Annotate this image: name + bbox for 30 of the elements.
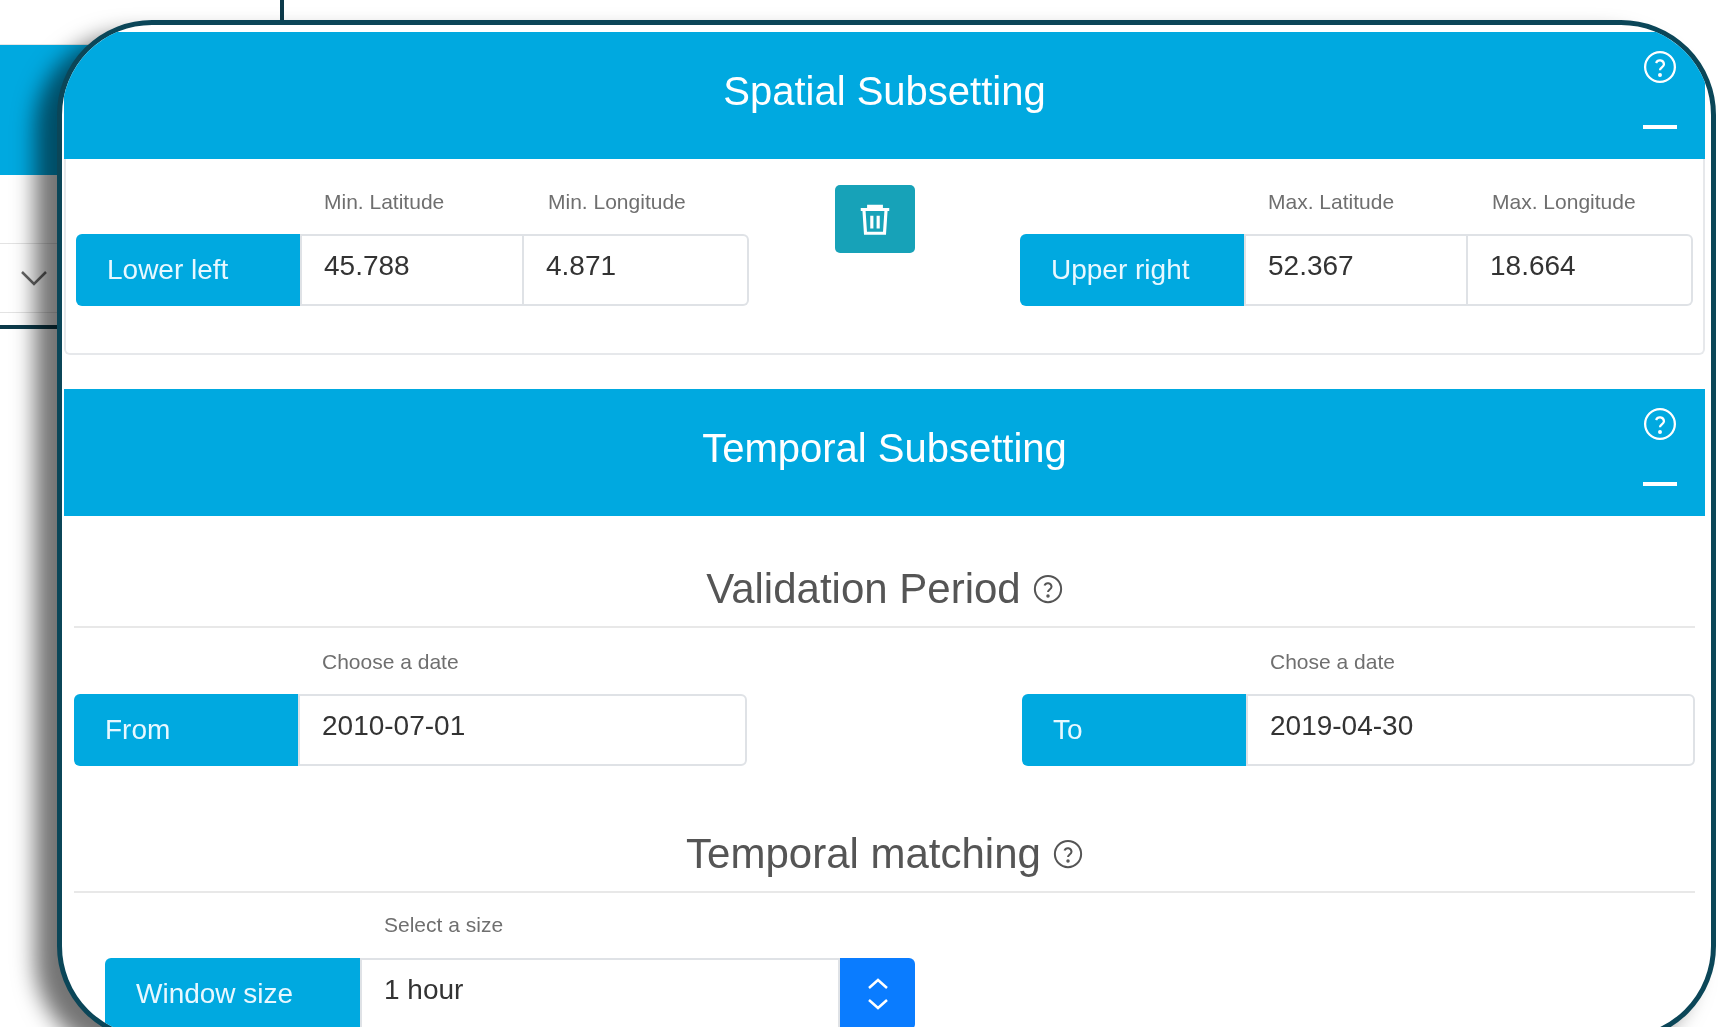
select-field[interactable]: 1 hour xyxy=(360,958,840,1027)
delete-button[interactable] xyxy=(834,185,915,253)
field-caption: Min. Longitude xyxy=(547,190,687,214)
panel-title: Spatial Subsetting xyxy=(723,69,1046,114)
field-caption: Select a size xyxy=(383,913,505,937)
input-group-label: Window size xyxy=(105,958,360,1027)
input-field[interactable]: 4.871 xyxy=(524,234,749,306)
field-caption: Choose a date xyxy=(321,650,460,674)
chevron-up-icon xyxy=(866,978,889,990)
chevron-down-icon xyxy=(866,998,889,1010)
input-group-label: To xyxy=(1022,694,1246,766)
help-icon[interactable] xyxy=(1032,574,1063,604)
field-caption: Chose a date xyxy=(1269,650,1396,674)
input-group-label: From xyxy=(74,694,298,766)
help-icon[interactable] xyxy=(1052,839,1083,869)
input-field[interactable]: 52.367 xyxy=(1244,234,1468,306)
panel-title: Temporal Subsetting xyxy=(702,426,1067,471)
field-caption: Max. Latitude xyxy=(1267,190,1396,214)
input-group-label: Lower left xyxy=(76,234,300,306)
input-field[interactable]: 45.788 xyxy=(300,234,524,306)
section-heading: Validation Period xyxy=(706,565,1021,613)
section-heading: Temporal matching xyxy=(686,830,1041,878)
field-caption: Max. Longitude xyxy=(1491,190,1637,214)
date-field[interactable]: 2019-04-30 xyxy=(1246,694,1695,766)
date-field[interactable]: 2010-07-01 xyxy=(298,694,747,766)
spinner-button[interactable] xyxy=(840,958,915,1027)
input-field[interactable]: 18.664 xyxy=(1468,234,1693,306)
field-caption: Min. Latitude xyxy=(323,190,446,214)
chevron-down-icon xyxy=(20,270,48,286)
input-group-label: Upper right xyxy=(1020,234,1244,306)
